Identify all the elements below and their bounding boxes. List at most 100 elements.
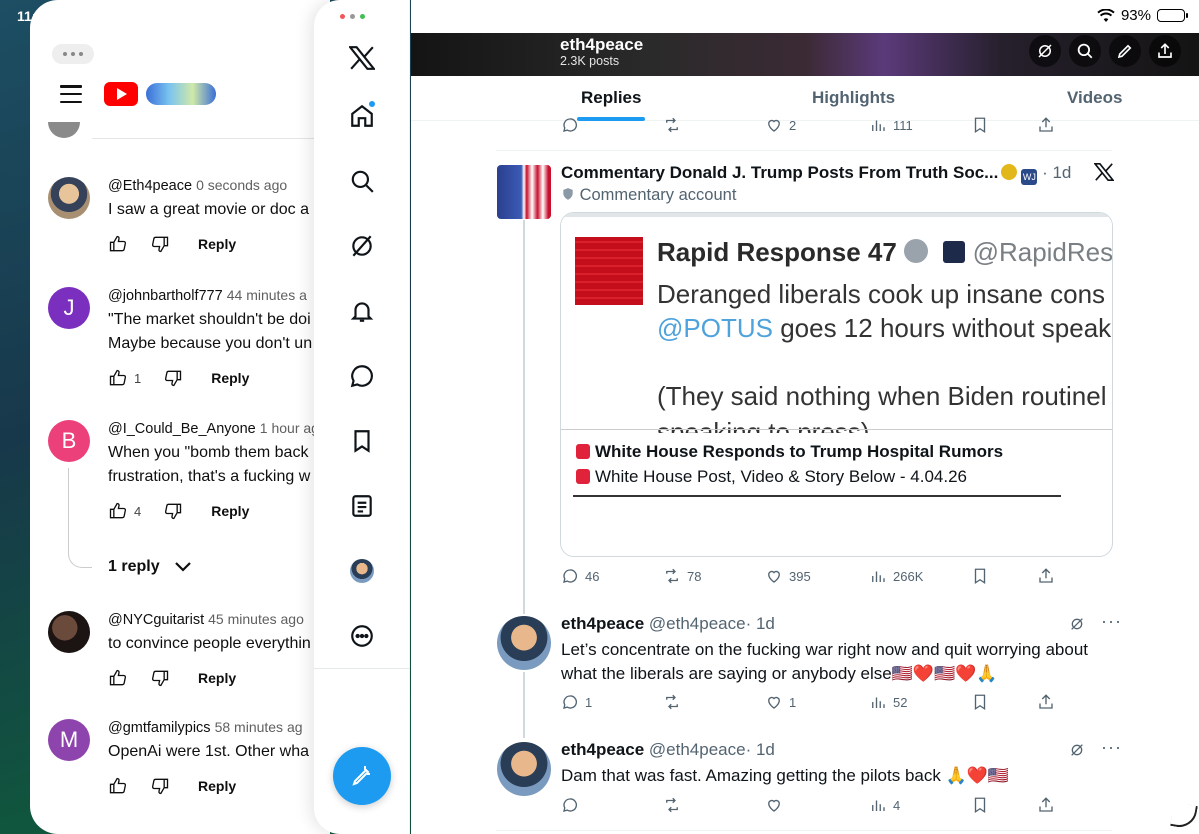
avatar[interactable]: J bbox=[48, 287, 90, 329]
like-action[interactable] bbox=[765, 796, 783, 814]
post-author[interactable]: eth4peace bbox=[561, 614, 644, 633]
comment-author[interactable]: @johnbartholf777 bbox=[108, 288, 223, 304]
dislike-icon[interactable] bbox=[150, 668, 170, 688]
share-action[interactable] bbox=[1037, 116, 1055, 134]
link-title: White House Responds to Trump Hospital R… bbox=[576, 442, 1003, 462]
grok-icon[interactable] bbox=[1069, 616, 1085, 632]
like-icon[interactable] bbox=[108, 668, 128, 688]
dislike-icon[interactable] bbox=[163, 368, 183, 388]
avatar[interactable] bbox=[497, 616, 551, 670]
more-options-icon[interactable]: ··· bbox=[1101, 737, 1122, 758]
youtube-logo[interactable] bbox=[104, 82, 138, 106]
avatar[interactable] bbox=[497, 165, 551, 219]
heart-icon bbox=[768, 570, 780, 583]
like-icon[interactable] bbox=[108, 234, 128, 254]
compose-post-button[interactable] bbox=[333, 747, 391, 805]
avatar[interactable]: B bbox=[48, 420, 90, 462]
reply-action[interactable] bbox=[561, 796, 579, 814]
reply-action[interactable]: 46 bbox=[561, 567, 599, 585]
repost-action[interactable] bbox=[663, 116, 681, 134]
bookmark-icon[interactable] bbox=[347, 426, 377, 456]
like-action[interactable]: 395 bbox=[765, 567, 811, 585]
bookmark-icon bbox=[974, 568, 986, 585]
avatar[interactable] bbox=[497, 742, 551, 796]
account-label: Commentary account bbox=[561, 186, 736, 205]
grok-icon[interactable] bbox=[1069, 742, 1085, 758]
reply-button[interactable]: Reply bbox=[198, 778, 236, 794]
avatar[interactable] bbox=[48, 611, 90, 653]
like-icon[interactable] bbox=[108, 776, 128, 796]
quote-card[interactable]: Rapid Response 47 @RapidResp Deranged li… bbox=[560, 212, 1113, 557]
bell-icon[interactable] bbox=[347, 296, 377, 326]
bookmark-action[interactable] bbox=[971, 116, 989, 134]
grok-button[interactable] bbox=[1029, 35, 1061, 67]
share-icon bbox=[1158, 43, 1172, 58]
views-action[interactable]: 52 bbox=[869, 693, 907, 711]
reply-button[interactable]: Reply bbox=[198, 236, 236, 252]
comment-author[interactable]: @I_Could_Be_Anyone bbox=[108, 421, 256, 437]
window-menu-dots[interactable] bbox=[340, 14, 365, 19]
like-action[interactable]: 1 bbox=[765, 693, 796, 711]
like-icon[interactable] bbox=[108, 368, 128, 388]
edit-button[interactable] bbox=[1109, 35, 1141, 67]
post-actions: 1 1 52 bbox=[561, 693, 1061, 713]
more-icon[interactable] bbox=[347, 621, 377, 651]
like-action[interactable]: 2 bbox=[765, 116, 796, 134]
avatar[interactable]: M bbox=[48, 719, 90, 761]
post-author[interactable]: Commentary Donald J. Trump Posts From Tr… bbox=[561, 163, 998, 182]
comment-text: "The market shouldn't be doi Maybe becaus… bbox=[108, 311, 313, 352]
repost-action[interactable] bbox=[663, 693, 681, 711]
post-handle[interactable]: @eth4peace bbox=[649, 614, 746, 633]
post-author[interactable]: eth4peace bbox=[561, 740, 644, 759]
dislike-icon[interactable] bbox=[163, 501, 183, 521]
replies-toggle-label: 1 reply bbox=[108, 558, 160, 575]
post-handle[interactable]: @eth4peace bbox=[649, 740, 746, 759]
reply-action[interactable]: 1 bbox=[561, 693, 592, 711]
views-action[interactable]: 111 bbox=[869, 116, 913, 134]
dislike-icon[interactable] bbox=[150, 776, 170, 796]
dislike-icon[interactable] bbox=[150, 234, 170, 254]
home-icon[interactable] bbox=[347, 101, 377, 131]
quote-name: Rapid Response 47 @RapidResp bbox=[657, 237, 1113, 267]
bookmark-action[interactable] bbox=[971, 796, 989, 814]
reply-button[interactable]: Reply bbox=[211, 503, 249, 519]
views-action[interactable]: 266K bbox=[869, 567, 923, 585]
share-button[interactable] bbox=[1149, 35, 1181, 67]
more-options-icon[interactable]: ··· bbox=[1101, 611, 1122, 632]
views-action[interactable]: 4 bbox=[869, 796, 900, 814]
x-logo-icon[interactable] bbox=[347, 43, 377, 73]
share-action[interactable] bbox=[1037, 796, 1055, 814]
youtube-doodle[interactable] bbox=[146, 83, 216, 105]
bookmark-action[interactable] bbox=[971, 693, 989, 711]
reply-button[interactable]: Reply bbox=[211, 370, 249, 386]
menu-icon[interactable] bbox=[60, 85, 82, 103]
messages-icon[interactable] bbox=[347, 361, 377, 391]
comment-author[interactable]: @gmtfamilypics bbox=[108, 720, 211, 736]
bookmark-action[interactable] bbox=[971, 567, 989, 585]
reply-action[interactable] bbox=[561, 116, 579, 134]
reply-button[interactable]: Reply bbox=[198, 670, 236, 686]
replies-toggle[interactable]: 1 reply bbox=[108, 558, 192, 576]
lists-icon[interactable] bbox=[347, 491, 377, 521]
comment-author[interactable]: @Eth4peace bbox=[108, 178, 192, 194]
tab-replies[interactable]: Replies bbox=[581, 88, 641, 108]
heart-icon bbox=[768, 799, 780, 812]
repost-action[interactable]: 78 bbox=[663, 567, 701, 585]
repost-action[interactable] bbox=[663, 796, 681, 814]
quote-line: speaking to press) bbox=[657, 417, 870, 433]
comment-author[interactable]: @NYCguitarist bbox=[108, 612, 204, 628]
quote-line: @POTUS goes 12 hours without speaki bbox=[657, 313, 1113, 343]
avatar[interactable] bbox=[48, 177, 90, 219]
like-icon[interactable] bbox=[108, 501, 128, 521]
share-action[interactable] bbox=[1037, 567, 1055, 585]
share-action[interactable] bbox=[1037, 693, 1055, 711]
search-icon[interactable] bbox=[347, 166, 377, 196]
profile-name: eth4peace bbox=[560, 35, 644, 54]
tab-videos[interactable]: Videos bbox=[1067, 88, 1122, 108]
grok-icon[interactable] bbox=[347, 231, 377, 261]
window-menu-dots[interactable] bbox=[52, 44, 94, 64]
verified-badge-icon bbox=[1001, 164, 1018, 180]
search-button[interactable] bbox=[1069, 35, 1101, 67]
profile-avatar[interactable] bbox=[347, 556, 377, 586]
tab-highlights[interactable]: Highlights bbox=[812, 88, 895, 108]
